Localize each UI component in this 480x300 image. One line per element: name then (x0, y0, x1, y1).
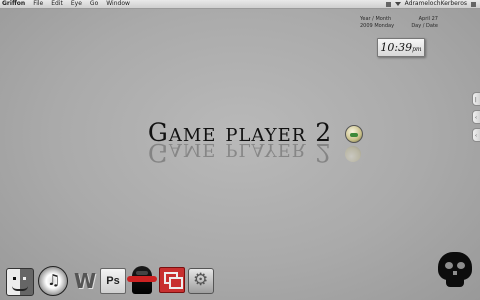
status-square-icon[interactable] (385, 1, 391, 7)
menu-bar-right: AdramelochKerberos (385, 0, 476, 8)
clock-time: 10:39 (380, 41, 413, 54)
photoshop-icon[interactable]: Ps (100, 268, 126, 294)
skull-head (438, 252, 472, 280)
menu-edit[interactable]: Edit (51, 0, 63, 8)
menu-file[interactable]: File (33, 0, 43, 8)
skull-icon[interactable] (438, 252, 472, 292)
itunes-icon[interactable] (38, 266, 68, 296)
menu-go[interactable]: Go (90, 0, 98, 8)
game-badge-icon (345, 125, 363, 143)
vader-icon[interactable] (127, 266, 157, 294)
volume-triangle-icon[interactable] (394, 2, 401, 6)
system-preferences-icon[interactable] (188, 268, 214, 294)
clock-ampm: pm (412, 46, 422, 53)
game-badge-reflection-icon (345, 146, 361, 162)
date-label-day-date: Day / Date (411, 23, 438, 29)
finder-icon[interactable] (6, 268, 34, 296)
date-value-year-day: 2009 Monday (360, 23, 395, 29)
edge-tab-1[interactable]: | (472, 92, 480, 106)
menu-window[interactable]: Window (106, 0, 130, 8)
menu-eye[interactable]: Eye (71, 0, 82, 8)
skull-nose (453, 271, 457, 275)
page-title-reflection: Game player 2 (147, 138, 333, 167)
skull-jaw (446, 277, 464, 287)
menu-bar: Griffon File Edit Eye Go Window Adramelo… (0, 0, 480, 9)
menu-app-name[interactable]: Griffon (2, 0, 25, 8)
skull-left-eye (445, 262, 453, 269)
dock: W Ps (0, 262, 480, 300)
menu-bar-left: Griffon File Edit Eye Go Window (2, 0, 130, 8)
menu-user-name[interactable]: AdramelochKerberos (405, 0, 467, 8)
date-label-year-month: Year / Month (360, 16, 392, 22)
clock-widget[interactable]: 10:39pm (377, 38, 425, 57)
skull-right-eye (457, 262, 465, 269)
screens-icon[interactable] (159, 267, 185, 293)
w-logo-icon[interactable]: W (72, 270, 98, 292)
date-value-april: April 27 (418, 16, 438, 22)
spotlight-icon[interactable] (471, 1, 476, 7)
date-widget: Year / Month April 27 2009 Monday Day / … (360, 16, 438, 30)
